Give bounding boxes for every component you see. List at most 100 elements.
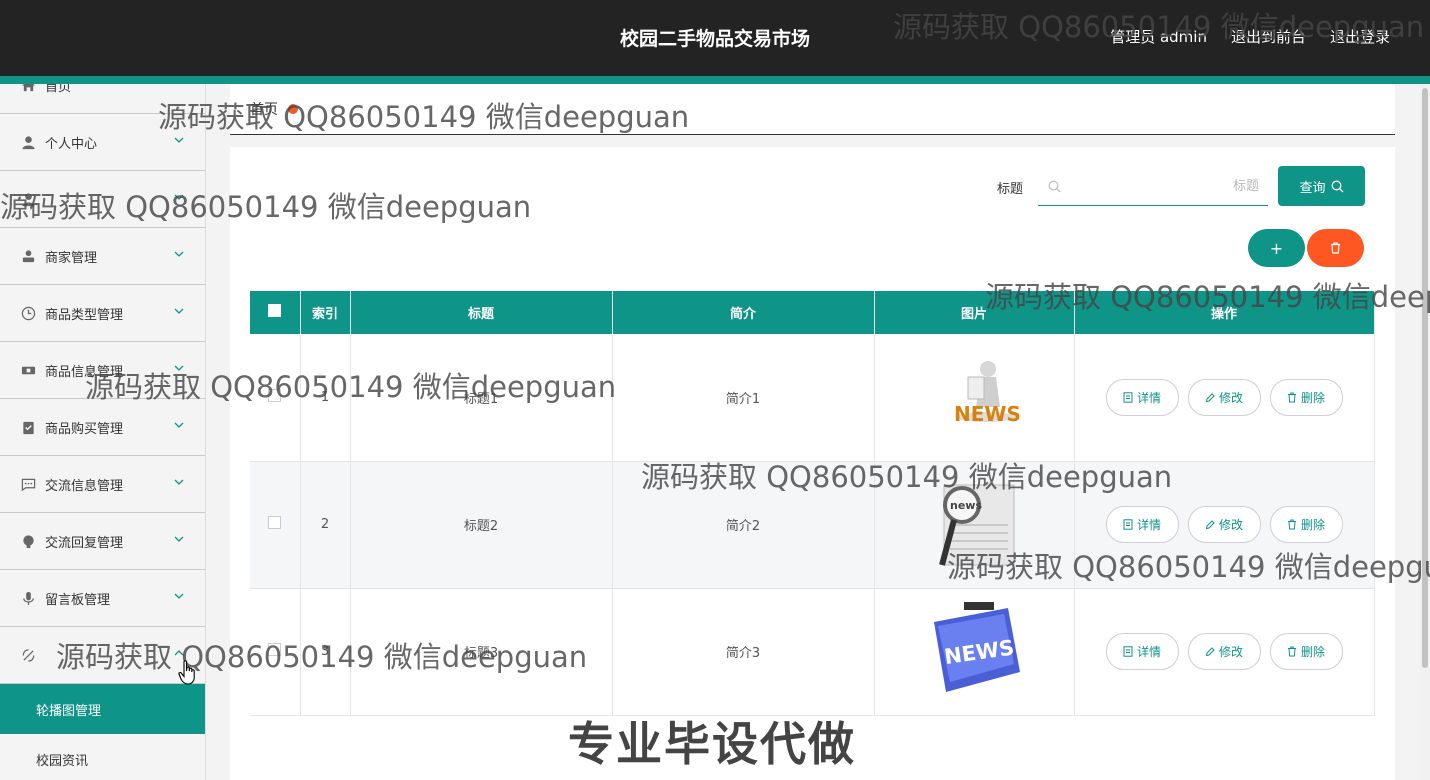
column-header[interactable]: 图片: [874, 291, 1075, 334]
search-icon: [1331, 180, 1343, 192]
top-accent-bar: [0, 76, 1430, 84]
users-icon: [20, 191, 36, 207]
sidebar-item-personal-center[interactable]: 个人中心: [0, 114, 205, 171]
chevron-down-icon: [174, 194, 184, 200]
chevron-down-icon: [174, 365, 184, 371]
submenu-item-carousel[interactable]: 轮播图管理: [0, 684, 205, 734]
row-intro: 简介1: [612, 334, 875, 462]
svg-text:news: news: [950, 499, 982, 512]
row-checkbox[interactable]: [268, 643, 282, 656]
detail-button-label: 详情: [1136, 390, 1161, 405]
top-links: 管理员 admin 退出到前台 退出登录: [1110, 26, 1390, 47]
home-icon: [20, 84, 36, 93]
column-header[interactable]: 索引: [300, 291, 351, 334]
merchant-icon: [20, 248, 36, 264]
logout-link[interactable]: 退出登录: [1330, 26, 1390, 47]
edit-button[interactable]: 修改: [1187, 506, 1261, 543]
row-intro: 简介3: [612, 588, 875, 716]
column-header[interactable]: 标题: [350, 291, 613, 334]
sidebar-item-chat-reply[interactable]: 交流回复管理: [0, 513, 205, 570]
submenu-item-label: 轮播图管理: [36, 703, 102, 719]
search-label: 标题: [997, 182, 1024, 197]
sidebar-item-goods-info[interactable]: 商品信息管理: [0, 342, 205, 399]
sidebar-item-user-management[interactable]: [0, 171, 205, 228]
hand-cursor-icon: [178, 660, 195, 685]
submenu-item-campus-news[interactable]: 校园资讯: [0, 734, 205, 780]
document-icon: [1123, 392, 1133, 403]
submenu-item-label: 校园资讯: [36, 753, 89, 769]
edit-icon: [1205, 520, 1215, 530]
sidebar-item-label: 商品信息管理: [45, 364, 124, 380]
column-header[interactable]: 操作: [1074, 291, 1375, 334]
row-actions: 详情 修改 删除: [1075, 378, 1374, 416]
table-row: 3 标题3 简介3 NEWS 详情 修改 删除: [250, 588, 1375, 716]
trash-icon: [1287, 519, 1296, 530]
detail-button-label: 详情: [1136, 645, 1161, 659]
row-index: 1: [300, 334, 351, 462]
detail-button[interactable]: 详情: [1105, 378, 1179, 416]
row-actions: 详情 修改 删除: [1075, 633, 1374, 670]
edit-button[interactable]: 修改: [1187, 378, 1261, 416]
clock-icon: [20, 305, 36, 321]
clipboard-icon: [20, 419, 36, 435]
row-checkbox[interactable]: [268, 516, 282, 529]
news-figure-image: NEWS: [924, 347, 1024, 448]
breadcrumb-home[interactable]: 首页: [250, 99, 278, 119]
sidebar-item-label: 交流回复管理: [45, 535, 124, 551]
delete-button[interactable]: 删除: [1269, 506, 1343, 543]
select-all-cell: [250, 291, 301, 334]
chat-icon: [20, 476, 36, 492]
breadcrumb: 首页: [230, 84, 1395, 135]
sidebar-item-system-management[interactable]: [0, 627, 205, 684]
plus-icon: +: [1269, 238, 1284, 258]
trash-icon: [1331, 242, 1340, 254]
sidebar-item-home[interactable]: 首页: [0, 84, 205, 114]
sidebar-item-label: 商品类型管理: [45, 307, 124, 323]
sidebar: 首页 个人中心 商家管理 商品类型管理 商品信息管理 商品购买管理 交流信息管理…: [0, 84, 206, 780]
table-row: 2 标题2 简介2 news 详情 修改 删除: [250, 461, 1375, 589]
select-all-checkbox[interactable]: [268, 304, 282, 317]
chevron-down-icon: [174, 251, 184, 257]
admin-user-label[interactable]: 管理员 admin: [1110, 26, 1207, 47]
sidebar-item-message-board[interactable]: 留言板管理: [0, 570, 205, 627]
sidebar-item-chat-info[interactable]: 交流信息管理: [0, 456, 205, 513]
query-button[interactable]: 查询: [1278, 166, 1365, 206]
detail-button-label: 详情: [1136, 518, 1161, 532]
delete-button[interactable]: 删除: [1269, 633, 1343, 670]
chevron-down-icon: [174, 536, 184, 542]
row-title: 标题3: [350, 588, 613, 716]
search-input[interactable]: [1069, 178, 1259, 194]
sidebar-item-label: 商家管理: [45, 250, 98, 266]
mic-icon: [20, 590, 36, 606]
chevron-down-icon: [174, 593, 184, 599]
batch-delete-button[interactable]: [1307, 229, 1364, 267]
edit-button[interactable]: 修改: [1187, 633, 1261, 670]
scrollbar-thumb[interactable]: [1422, 88, 1428, 668]
sidebar-item-merchant[interactable]: 商家管理: [0, 228, 205, 285]
bulb-icon: [20, 533, 36, 549]
sidebar-item-goods-type[interactable]: 商品类型管理: [0, 285, 205, 342]
add-button[interactable]: +: [1248, 229, 1305, 267]
sidebar-item-label: 交流信息管理: [45, 478, 124, 494]
row-title: 标题2: [350, 461, 613, 589]
table-row: 1 标题1 简介1 NEWS 详情 修改 删除: [250, 334, 1375, 462]
sidebar-item-label: 个人中心: [45, 136, 98, 152]
row-checkbox[interactable]: [268, 388, 282, 402]
delete-button[interactable]: 删除: [1269, 378, 1343, 416]
chevron-down-icon: [174, 308, 184, 314]
sidebar-item-goods-purchase[interactable]: 商品购买管理: [0, 399, 205, 456]
sidebar-item-label: 留言板管理: [45, 592, 111, 608]
edit-icon: [1205, 393, 1215, 402]
row-intro: 简介2: [612, 461, 875, 589]
column-header[interactable]: 简介: [612, 291, 875, 334]
detail-button[interactable]: 详情: [1105, 633, 1179, 670]
chevron-up-icon: [174, 650, 184, 656]
document-icon: [1123, 519, 1133, 530]
exit-to-front-link[interactable]: 退出到前台: [1231, 26, 1306, 47]
document-icon: [1123, 646, 1133, 657]
detail-button[interactable]: 详情: [1105, 506, 1179, 543]
row-title: 标题1: [350, 334, 613, 462]
edit-button-label: 修改: [1218, 518, 1243, 532]
ticket-icon: [20, 362, 36, 378]
row-actions: 详情 修改 删除: [1075, 506, 1374, 543]
